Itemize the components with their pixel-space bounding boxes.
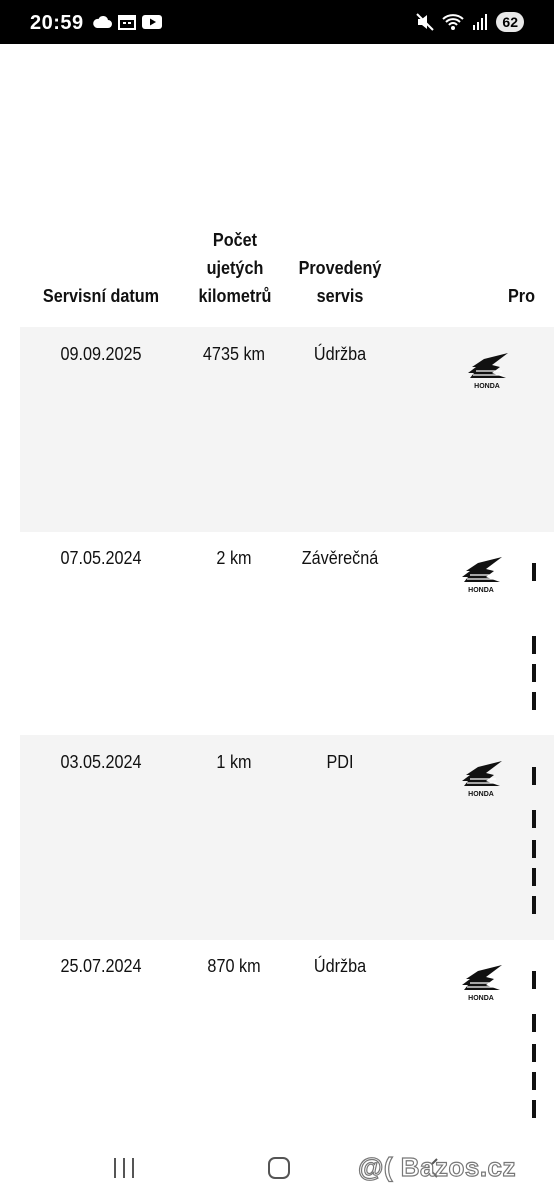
row-km: 2 km xyxy=(216,548,252,568)
cut-off-content xyxy=(532,563,536,581)
row-service: Závěrečná xyxy=(301,548,379,568)
honda-logo-text: HONDA xyxy=(468,587,494,594)
row-service: Údržba xyxy=(313,344,367,364)
header-service-date: Servisní datum xyxy=(42,286,160,306)
row-service: Údržba xyxy=(313,956,367,976)
row-km: 1 km xyxy=(216,752,252,772)
cut-off-content xyxy=(532,810,536,828)
honda-wing-logo: HONDA xyxy=(462,761,502,798)
wifi-icon xyxy=(442,14,465,30)
cut-off-content xyxy=(532,971,536,989)
cloud-icon xyxy=(93,15,112,28)
honda-logo-text: HONDA xyxy=(468,791,494,798)
cut-off-content xyxy=(532,636,536,654)
honda-logo-text: HONDA xyxy=(474,383,500,390)
watermark: @( Bazos.cz xyxy=(357,1151,516,1182)
cut-off-content xyxy=(532,1072,536,1090)
cut-off-content xyxy=(532,896,536,914)
honda-logo-text: HONDA xyxy=(468,995,494,1002)
header-km: Počet ujetých kilometrů xyxy=(198,230,272,306)
table-row: 09.09.2025 4735 km Údržba HONDA xyxy=(20,327,554,532)
cut-off-content xyxy=(532,664,536,682)
honda-wing-logo: HONDA xyxy=(462,965,502,1002)
row-date: 09.09.2025 xyxy=(60,344,142,364)
row-date: 07.05.2024 xyxy=(60,548,142,568)
row-date: 25.07.2024 xyxy=(60,956,142,976)
youtube-icon xyxy=(142,15,162,29)
table-row: 03.05.2024 1 km PDI HONDA xyxy=(20,735,554,940)
mute-icon xyxy=(416,13,435,31)
honda-wing-logo: HONDA xyxy=(468,353,508,390)
home-button[interactable] xyxy=(267,1157,291,1179)
status-time: 20:59 xyxy=(30,12,84,34)
cut-off-content xyxy=(532,1014,536,1032)
table-row: 25.07.2024 870 km Údržba HONDA xyxy=(20,939,554,1144)
table-row: 07.05.2024 2 km Závěrečná HONDA xyxy=(20,531,554,736)
calendar-icon xyxy=(118,15,136,30)
row-date: 03.05.2024 xyxy=(60,752,142,772)
cut-off-content xyxy=(532,840,536,858)
cut-off-content xyxy=(532,868,536,886)
row-km: 4735 km xyxy=(202,344,266,364)
cut-off-content xyxy=(532,1044,536,1062)
header-partial: Pro xyxy=(508,286,536,306)
cut-off-content xyxy=(532,1100,536,1118)
row-service: PDI xyxy=(326,752,354,772)
status-bar: 20:59 62 xyxy=(0,0,554,44)
cut-off-content xyxy=(532,767,536,785)
signal-icon xyxy=(473,14,488,30)
header-service: Provedený servis xyxy=(298,258,382,306)
recent-apps-button[interactable] xyxy=(112,1158,136,1178)
row-km: 870 km xyxy=(207,956,261,976)
cut-off-content xyxy=(532,692,536,710)
battery-icon: 62 xyxy=(496,12,524,32)
honda-wing-logo: HONDA xyxy=(462,557,502,594)
